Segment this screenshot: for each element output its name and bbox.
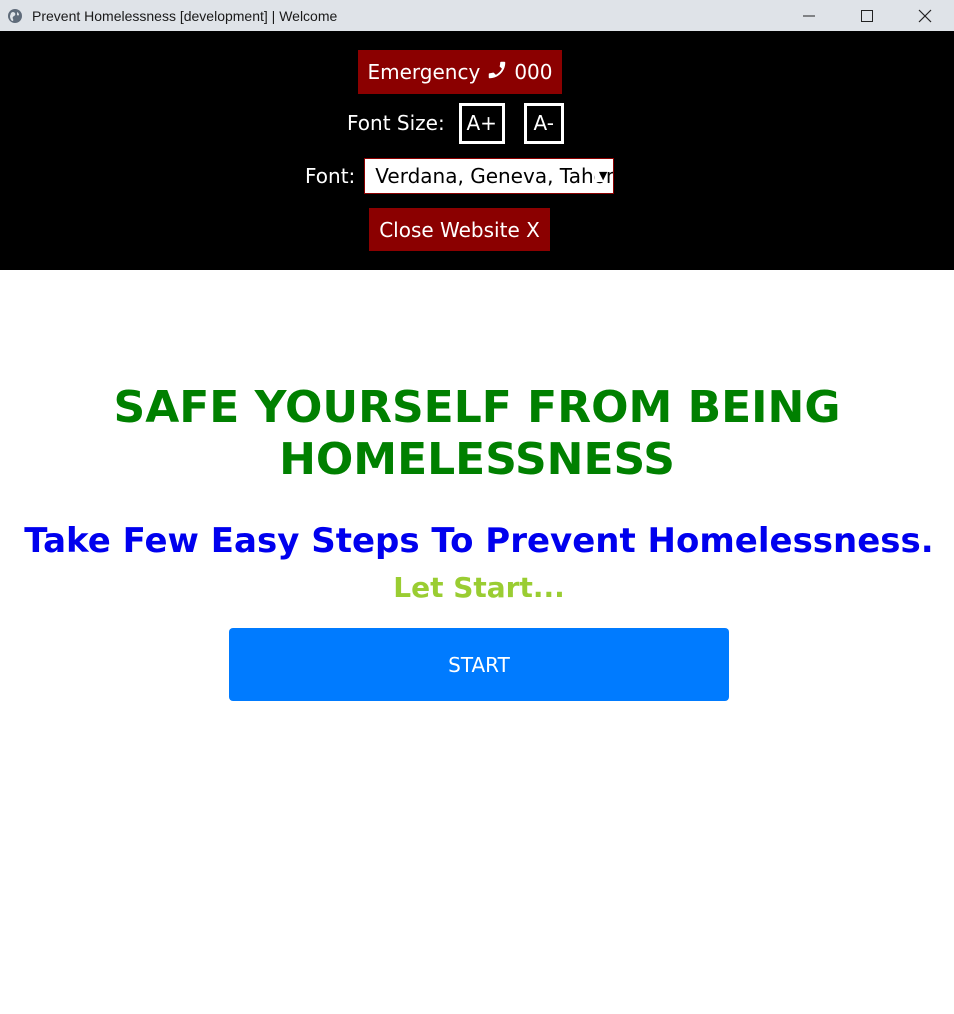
chevron-down-icon: ▼ [594, 168, 608, 182]
window-title: Prevent Homelessness [development] | Wel… [32, 7, 338, 24]
close-icon [918, 9, 932, 22]
emergency-number: 000 [514, 60, 553, 84]
close-window-button[interactable] [896, 0, 954, 31]
maximize-button[interactable] [838, 0, 896, 31]
emergency-call-button[interactable]: Emergency 000 [358, 50, 562, 94]
font-family-select[interactable]: Verdana, Geneva, Tahoma, sans-serif ▼ [364, 157, 615, 194]
page-headline: SAFE YOURSELF FROM BEING HOMELESSNESS [113, 382, 841, 485]
font-family-controls: Font: Verdana, Geneva, Tahoma, sans-seri… [305, 157, 615, 194]
font-select-value: Verdana, Geneva, Tahoma, sans-serif [375, 163, 613, 188]
decrease-font-button[interactable]: A- [523, 102, 564, 144]
globe-icon [6, 7, 24, 25]
font-size-label: Font Size: [347, 111, 445, 135]
accessibility-toolbar: Emergency 000 Font Size: A+ A- Font: Ver… [0, 31, 954, 270]
main-content: SAFE YOURSELF FROM BEING HOMELESSNESS Ta… [0, 270, 954, 1014]
window-titlebar: Prevent Homelessness [development] | Wel… [0, 0, 954, 31]
minimize-icon [803, 15, 815, 16]
font-size-controls: Font Size: A+ A- [347, 102, 564, 144]
maximize-icon [861, 9, 873, 22]
phone-icon [486, 59, 508, 86]
emergency-label: Emergency [367, 60, 481, 84]
increase-font-button[interactable]: A+ [458, 102, 505, 144]
minimize-button[interactable] [780, 0, 838, 31]
start-prompt: Let Start... [393, 571, 565, 604]
page-subheadline: Take Few Easy Steps To Prevent Homelessn… [24, 521, 934, 561]
font-label: Font: [305, 163, 356, 188]
window-controls [780, 0, 954, 31]
start-button[interactable]: START [229, 628, 729, 701]
close-website-button[interactable]: Close Website X [369, 208, 550, 251]
